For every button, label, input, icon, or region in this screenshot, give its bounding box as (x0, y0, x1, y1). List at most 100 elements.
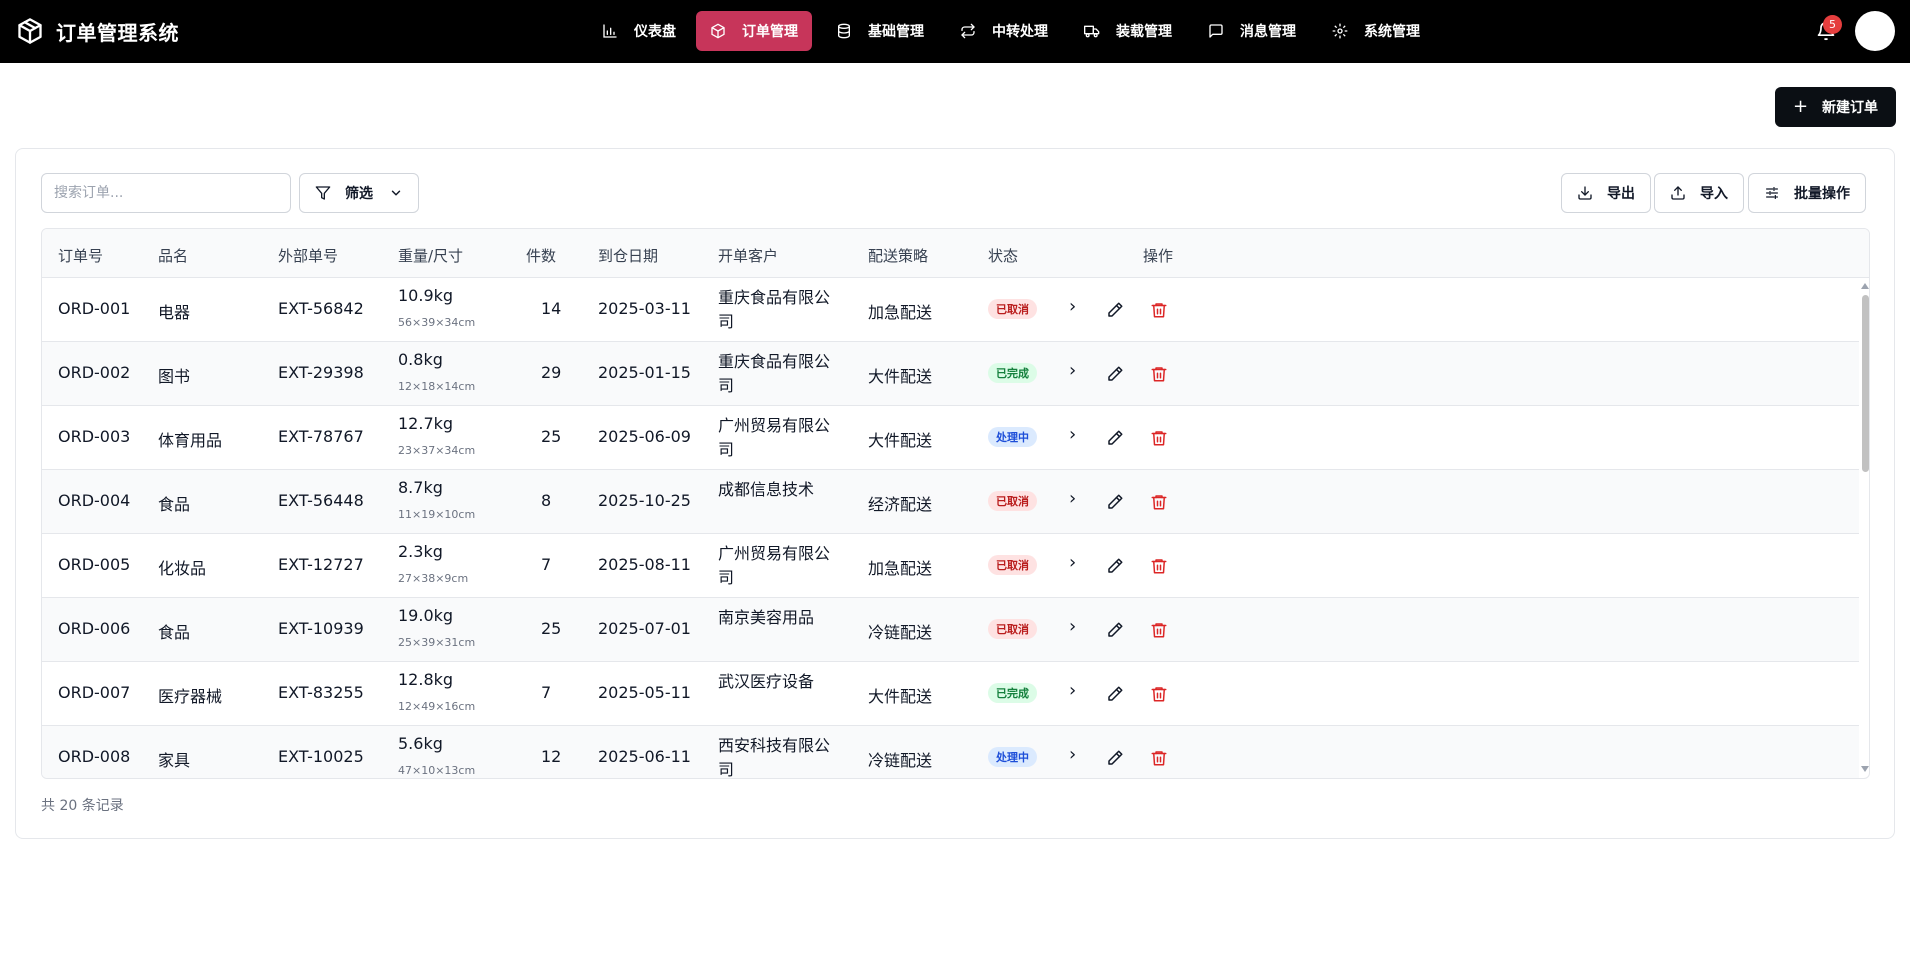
nav-item-messages[interactable]: 消息管理 (1194, 11, 1310, 51)
delivery-strategy: 大件配送 (868, 431, 933, 450)
trash-icon[interactable] (1150, 621, 1168, 639)
status-badge: 已取消 (988, 491, 1037, 511)
gear-icon (1332, 23, 1348, 39)
table-row[interactable]: ORD-008 家具 EXT-10025 5.6kg 47×10×13cm 12 2025-… (42, 726, 1859, 778)
batch-operation-button[interactable]: 批量操作 (1748, 173, 1866, 213)
table-row[interactable]: ORD-002 图书 EXT-29398 0.8kg 12×18×14cm 29 2025-… (42, 342, 1859, 406)
status-badge: 已取消 (988, 299, 1037, 319)
truck-icon (1084, 25, 1100, 38)
dimensions: 12×18×14cm (398, 380, 476, 393)
product-name: 化妆品 (158, 559, 207, 578)
col-weight[interactable]: 重量/尺寸 (398, 245, 463, 266)
bar-chart-icon (603, 24, 617, 38)
expand-chevron-icon[interactable]: › (1069, 296, 1076, 317)
nav-item-system[interactable]: 系统管理 (1318, 11, 1434, 51)
weight: 19.0kg (398, 606, 454, 625)
delivery-strategy: 加急配送 (868, 559, 933, 578)
package-icon (711, 23, 725, 39)
avatar[interactable]: 管理 (1855, 11, 1895, 51)
message-icon (1209, 24, 1223, 38)
col-customer[interactable]: 开单客户 (718, 245, 778, 266)
trash-icon[interactable] (1150, 429, 1168, 447)
trash-icon[interactable] (1150, 301, 1168, 319)
expand-chevron-icon[interactable]: › (1069, 360, 1076, 381)
external-no: EXT-56842 (278, 299, 364, 318)
piece-count: 8 (541, 491, 552, 510)
col-count[interactable]: 件数 (526, 245, 556, 266)
order-id: ORD-008 (58, 747, 131, 766)
edit-icon[interactable] (1106, 365, 1124, 383)
arrival-date: 2025-08-11 (598, 555, 691, 574)
nav-item-dashboard[interactable]: 仪表盘 (588, 11, 690, 51)
edit-icon[interactable] (1106, 301, 1124, 319)
delivery-strategy: 冷链配送 (868, 751, 933, 770)
edit-icon[interactable] (1106, 429, 1124, 447)
edit-icon[interactable] (1106, 493, 1124, 511)
top-navbar: 订单管理系统 仪表盘 订单管理 基础管理 中转处理 装载管理 消息管理 系统管理… (0, 0, 1910, 63)
expand-chevron-icon[interactable]: › (1069, 424, 1076, 445)
import-label: 导入 (1700, 186, 1728, 202)
weight: 5.6kg (398, 734, 443, 753)
trash-icon[interactable] (1150, 557, 1168, 575)
table-row[interactable]: ORD-003 体育用品 EXT-78767 12.7kg 23×37×34cm 25 20… (42, 406, 1859, 470)
col-name[interactable]: 品名 (158, 245, 188, 266)
table-row[interactable]: ORD-004 食品 EXT-56448 8.7kg 11×19×10cm 8 2025-1… (42, 470, 1859, 534)
nav-item-loading[interactable]: 装载管理 (1070, 11, 1186, 51)
table-scrollbar[interactable] (1859, 278, 1869, 778)
nav-item-orders[interactable]: 订单管理 (696, 11, 812, 51)
database-icon (838, 23, 850, 39)
piece-count: 25 (541, 619, 562, 638)
table-row[interactable]: ORD-005 化妆品 EXT-12727 2.3kg 27×38×9cm 7 2025-0… (42, 534, 1859, 598)
filter-button[interactable]: 筛选 (299, 173, 419, 213)
scroll-thumb[interactable] (1862, 295, 1869, 472)
external-no: EXT-10025 (278, 747, 364, 766)
scroll-up-icon[interactable] (1861, 283, 1869, 289)
product-name: 体育用品 (158, 431, 223, 450)
trash-icon[interactable] (1150, 749, 1168, 767)
table-row[interactable]: ORD-001 电器 EXT-56842 10.9kg 56×39×34cm 14 2025… (42, 278, 1859, 342)
download-icon (1578, 186, 1592, 200)
product-name: 图书 (158, 367, 191, 386)
delivery-strategy: 大件配送 (868, 687, 933, 706)
expand-chevron-icon[interactable]: › (1069, 552, 1076, 573)
col-status[interactable]: 状态 (988, 245, 1018, 266)
export-button[interactable]: 导出 (1561, 173, 1651, 213)
brand[interactable]: 订单管理系统 (16, 16, 179, 46)
nav-item-basic[interactable]: 基础管理 (822, 11, 938, 51)
customer: 南京美容用品 (718, 608, 815, 627)
trash-icon[interactable] (1150, 493, 1168, 511)
edit-icon[interactable] (1106, 749, 1124, 767)
expand-chevron-icon[interactable]: › (1069, 616, 1076, 637)
nav-label: 订单管理 (742, 24, 798, 40)
expand-chevron-icon[interactable]: › (1069, 488, 1076, 509)
col-date[interactable]: 到仓日期 (598, 245, 658, 266)
table-row[interactable]: ORD-006 食品 EXT-10939 19.0kg 25×39×31cm 25 2025… (42, 598, 1859, 662)
edit-icon[interactable] (1106, 557, 1124, 575)
weight: 2.3kg (398, 542, 443, 561)
new-order-button[interactable]: + 新建订单 (1775, 87, 1896, 127)
arrival-date: 2025-05-11 (598, 683, 691, 702)
search-input[interactable] (41, 173, 291, 213)
filter-icon (315, 186, 331, 200)
scroll-down-icon[interactable] (1861, 766, 1869, 772)
nav-item-transfer[interactable]: 中转处理 (946, 11, 1062, 51)
arrival-date: 2025-03-11 (598, 299, 691, 318)
nav-label: 基础管理 (868, 24, 924, 40)
product-name: 家具 (158, 751, 191, 770)
table-body: ORD-001 电器 EXT-56842 10.9kg 56×39×34cm 14 2025… (42, 278, 1859, 778)
col-strategy[interactable]: 配送策略 (868, 245, 928, 266)
col-ext-no[interactable]: 外部单号 (278, 245, 338, 266)
import-button[interactable]: 导入 (1654, 173, 1744, 213)
table-row[interactable]: ORD-007 医疗器械 EXT-83255 12.8kg 12×49×16cm 7 202… (42, 662, 1859, 726)
external-no: EXT-56448 (278, 491, 364, 510)
trash-icon[interactable] (1150, 365, 1168, 383)
edit-icon[interactable] (1106, 621, 1124, 639)
customer: 广州贸易有限公司 (718, 544, 831, 587)
expand-chevron-icon[interactable]: › (1069, 680, 1076, 701)
col-order-id[interactable]: 订单号 (58, 245, 103, 266)
expand-chevron-icon[interactable]: › (1069, 744, 1076, 765)
repeat-icon (961, 23, 975, 39)
dimensions: 47×10×13cm (398, 764, 476, 777)
edit-icon[interactable] (1106, 685, 1124, 703)
trash-icon[interactable] (1150, 685, 1168, 703)
